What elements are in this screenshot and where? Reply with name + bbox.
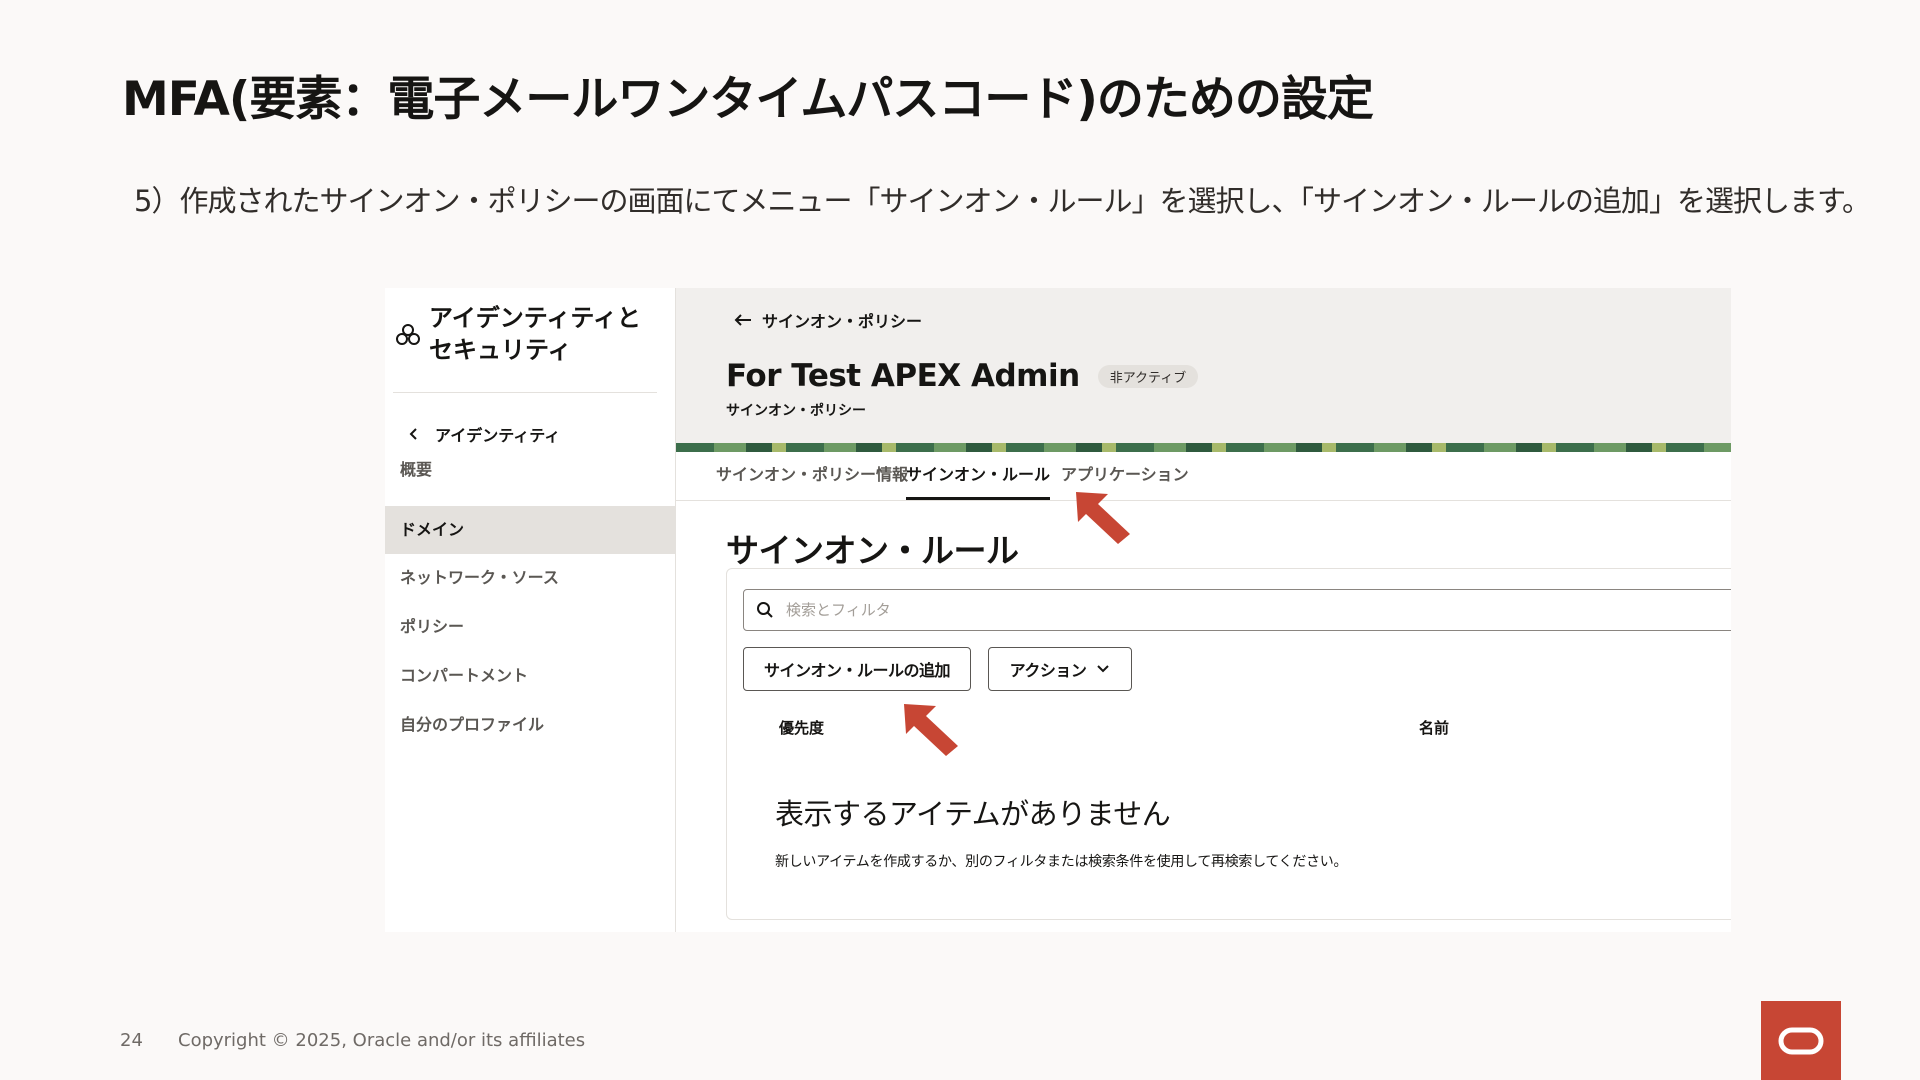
slide-title: MFA(要素：電子メールワンタイムパスコード)のための設定 bbox=[122, 72, 1374, 127]
search-input[interactable] bbox=[784, 600, 1388, 620]
sidebar-item-policies[interactable]: ポリシー bbox=[385, 603, 675, 651]
oracle-logo bbox=[1761, 1001, 1841, 1080]
instruction-text: 5）作成されたサインオン・ポリシーの画面にてメニュー「サインオン・ルール」を選択… bbox=[134, 184, 1871, 218]
chevron-down-icon bbox=[1097, 665, 1110, 673]
copyright-text: Copyright © 2025, Oracle and/or its affi… bbox=[178, 1030, 586, 1051]
search-box[interactable] bbox=[743, 589, 1731, 631]
empty-state-title: 表示するアイテムがありません bbox=[775, 797, 1171, 831]
chevron-left-icon bbox=[409, 428, 417, 440]
page-header: サインオン・ポリシー For Test APEX Admin 非アクティブ サイ… bbox=[676, 288, 1731, 443]
console-screenshot: アイデンティティと セキュリティ アイデンティティ 概要 ドメイン ネットワーク… bbox=[385, 288, 1731, 932]
actions-button[interactable]: アクション bbox=[988, 647, 1132, 691]
search-icon bbox=[757, 602, 773, 618]
sidebar-item-compartments[interactable]: コンパートメント bbox=[385, 652, 675, 700]
identity-security-icon bbox=[396, 324, 420, 345]
arrow-left-icon bbox=[734, 314, 751, 326]
page-subtitle: サインオン・ポリシー bbox=[726, 403, 866, 419]
tab-signon-policy-info[interactable]: サインオン・ポリシー情報 bbox=[716, 452, 908, 500]
breadcrumb-label: サインオン・ポリシー bbox=[762, 312, 923, 331]
sidebar-item-my-profile[interactable]: 自分のプロファイル bbox=[385, 701, 675, 749]
actions-label: アクション bbox=[1009, 661, 1087, 680]
column-header-name[interactable]: 名前 bbox=[1419, 717, 1449, 738]
sidebar-back-link[interactable]: アイデンティティ bbox=[407, 422, 560, 446]
add-signon-rule-label: サインオン・ルールの追加 bbox=[763, 661, 951, 680]
main-content: サインオン・ポリシー For Test APEX Admin 非アクティブ サイ… bbox=[676, 288, 1731, 932]
sidebar: アイデンティティと セキュリティ アイデンティティ 概要 ドメイン ネットワーク… bbox=[385, 288, 676, 932]
tab-bar: サインオン・ポリシー情報 サインオン・ルール アプリケーション bbox=[676, 452, 1731, 501]
status-badge: 非アクティブ bbox=[1097, 364, 1199, 388]
page-title: For Test APEX Admin bbox=[726, 358, 1080, 394]
sidebar-item-overview[interactable]: 概要 bbox=[385, 446, 675, 494]
tab-signon-rules[interactable]: サインオン・ルール bbox=[906, 452, 1051, 500]
sidebar-divider bbox=[393, 392, 657, 393]
sidebar-title: アイデンティティと セキュリティ bbox=[429, 302, 641, 366]
decorative-banner bbox=[676, 443, 1731, 452]
page-title-row: For Test APEX Admin 非アクティブ bbox=[726, 358, 1199, 394]
sidebar-item-network-sources[interactable]: ネットワーク・ソース bbox=[385, 554, 675, 602]
add-signon-rule-button[interactable]: サインオン・ルールの追加 bbox=[743, 647, 971, 691]
pointer-arrow-icon-tab bbox=[1076, 492, 1130, 544]
sidebar-header: アイデンティティと セキュリティ bbox=[393, 302, 663, 366]
oracle-logo-icon bbox=[1778, 1027, 1824, 1054]
sidebar-title-line1: アイデンティティと bbox=[429, 304, 641, 332]
sidebar-title-line2: セキュリティ bbox=[429, 336, 572, 364]
sidebar-item-domains[interactable]: ドメイン bbox=[385, 506, 675, 554]
rules-panel: サインオン・ルールの追加 アクション 優先度 名前 表示するアイテムがありません… bbox=[726, 568, 1731, 920]
pointer-arrow-icon-button bbox=[904, 704, 958, 756]
breadcrumb[interactable]: サインオン・ポリシー bbox=[734, 308, 922, 332]
sidebar-back-label: アイデンティティ bbox=[435, 426, 561, 445]
page-number: 24 bbox=[120, 1030, 143, 1051]
column-header-priority[interactable]: 優先度 bbox=[779, 717, 824, 738]
section-title: サインオン・ルール bbox=[726, 531, 1019, 570]
empty-state-description: 新しいアイテムを作成するか、別のフィルタまたは検索条件を使用して再検索してくださ… bbox=[775, 854, 1348, 870]
